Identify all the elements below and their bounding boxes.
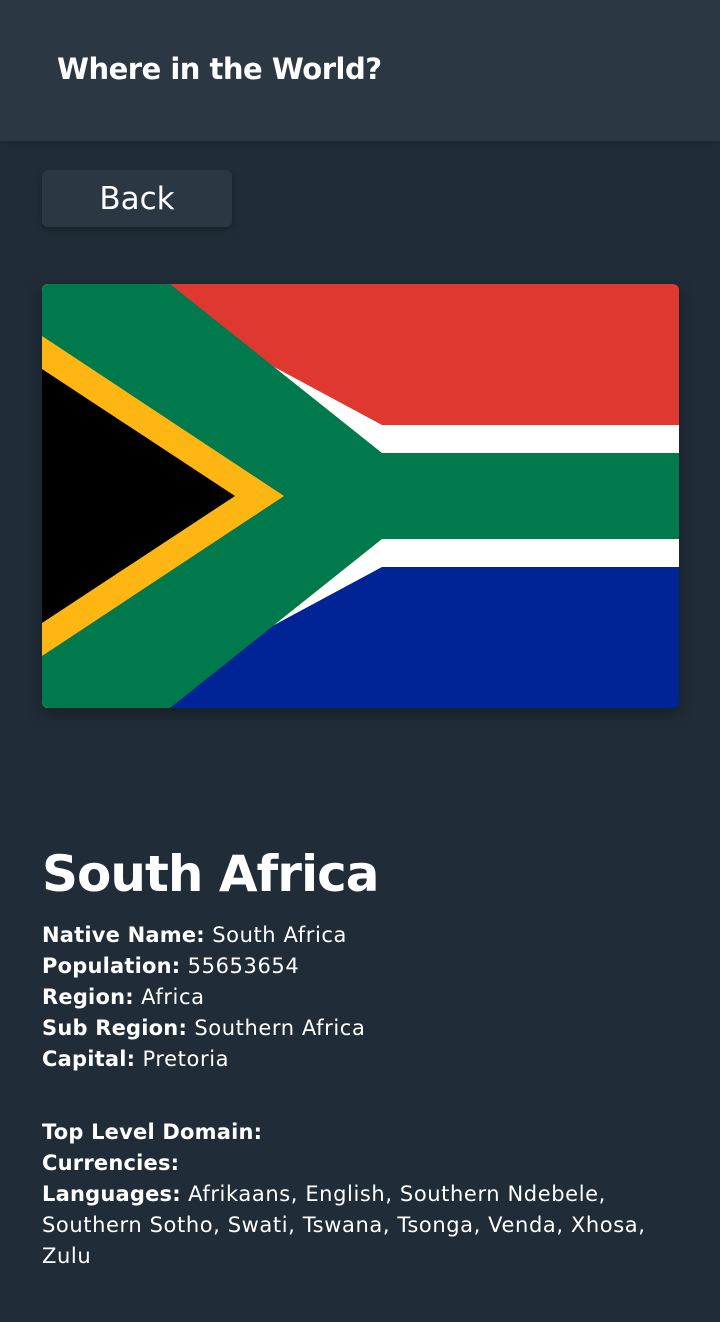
tld-label: Top Level Domain: [42, 1120, 263, 1144]
currencies-label: Currencies: [42, 1151, 180, 1175]
country-secondary-details: Top Level Domain: Currencies: Languages:… [42, 1117, 662, 1272]
currencies-row: Currencies: [42, 1148, 662, 1179]
sub-region-row: Sub Region: Southern Africa [42, 1013, 662, 1044]
population-row: Population: 55653654 [42, 951, 662, 982]
country-flag [42, 284, 679, 708]
sub-region-value: Southern Africa [194, 1016, 366, 1040]
population-label: Population: [42, 954, 181, 978]
tld-row: Top Level Domain: [42, 1117, 662, 1148]
region-label: Region: [42, 985, 134, 1009]
capital-label: Capital: [42, 1047, 136, 1071]
back-button[interactable]: Back [42, 170, 232, 227]
population-value: 55653654 [187, 954, 300, 978]
native-name-label: Native Name: [42, 923, 205, 947]
region-row: Region: Africa [42, 982, 662, 1013]
south-africa-flag-icon [42, 284, 679, 708]
app-header: Where in the World? [0, 0, 720, 141]
native-name-row: Native Name: South Africa [42, 920, 662, 951]
native-name-value: South Africa [212, 923, 347, 947]
region-value: Africa [141, 985, 205, 1009]
country-name: South Africa [42, 844, 379, 903]
languages-row: Languages: Afrikaans, English, Southern … [42, 1179, 662, 1272]
country-primary-details: Native Name: South Africa Population: 55… [42, 920, 662, 1075]
sub-region-label: Sub Region: [42, 1016, 188, 1040]
app-title: Where in the World? [57, 52, 382, 86]
languages-label: Languages: [42, 1182, 181, 1206]
capital-row: Capital: Pretoria [42, 1044, 662, 1075]
capital-value: Pretoria [142, 1047, 230, 1071]
